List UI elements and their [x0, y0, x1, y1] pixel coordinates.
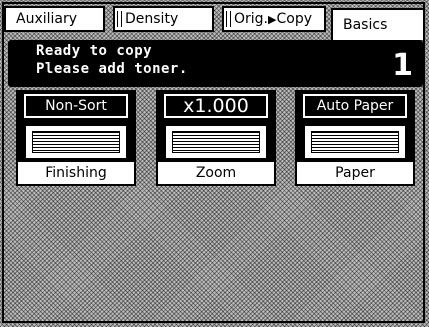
lines-icon: [311, 131, 399, 153]
paper-card: Auto Paper Paper: [295, 90, 415, 186]
lines-icon: [172, 131, 260, 153]
zoom-caption: Zoom: [158, 162, 274, 184]
tab-auxiliary-label: Auxiliary: [16, 11, 78, 27]
copy-count: 1: [392, 48, 413, 83]
finishing-button[interactable]: [24, 124, 128, 160]
finishing-card: Non-Sort Finishing: [16, 90, 136, 186]
tab-basics[interactable]: Basics: [331, 8, 425, 40]
zoom-value: x1.000: [164, 94, 268, 118]
finishing-caption: Finishing: [18, 162, 134, 184]
tab-density-label: Density: [125, 11, 179, 27]
paper-caption: Paper: [297, 162, 413, 184]
tab-auxiliary[interactable]: Auxiliary: [4, 6, 105, 32]
zoom-card: x1.000 Zoom: [156, 90, 276, 186]
tab-mark-icon: [117, 11, 122, 27]
tab-basics-label: Basics: [343, 17, 388, 33]
paper-button[interactable]: [303, 124, 407, 160]
tab-mark-icon: [226, 11, 231, 27]
status-display: Ready to copy Please add toner. 1: [8, 40, 423, 87]
status-toner-text: Please add toner.: [36, 61, 188, 77]
lines-icon: [32, 131, 120, 153]
paper-value: Auto Paper: [303, 94, 407, 118]
tab-copy-label: Copy: [276, 11, 312, 27]
finishing-value: Non-Sort: [24, 94, 128, 118]
status-ready-text: Ready to copy: [36, 43, 153, 59]
tab-bar: Auxiliary Density Orig.▶Copy Basics: [4, 4, 425, 40]
zoom-button[interactable]: [164, 124, 268, 160]
tab-orig-copy[interactable]: Orig.▶Copy: [222, 6, 326, 32]
tab-density[interactable]: Density: [113, 6, 214, 32]
tab-orig-label: Orig.: [234, 11, 269, 27]
